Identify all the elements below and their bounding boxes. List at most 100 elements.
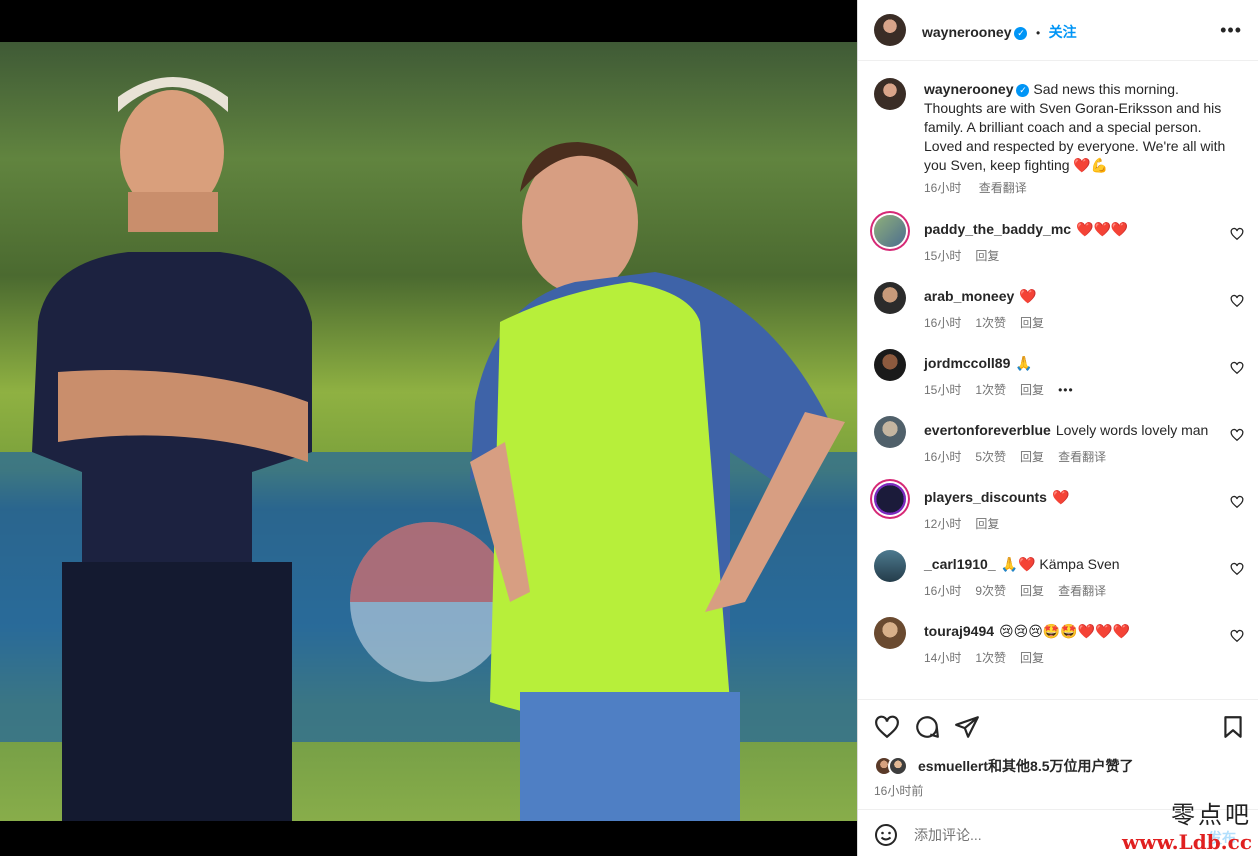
commenter-avatar[interactable] [874, 215, 906, 247]
comment-like-heart-icon[interactable] [1230, 562, 1244, 576]
comment-input[interactable] [914, 827, 1114, 843]
comment-text: ❤️ [1019, 288, 1037, 304]
comments-list: waynerooney ✓ Sad news this morning. Thou… [858, 62, 1258, 699]
comment-meta: 15小时 1次赞 回复 ••• [924, 381, 1088, 398]
comment-row: jordmccoll89 🙏 15小时 1次赞 回复 ••• [872, 349, 1252, 409]
comment-line: touraj9494 😢😢😢🤩🤩❤️❤️❤️ [924, 623, 1130, 640]
liker-avatar [888, 756, 908, 776]
comment-row: _carl1910_ 🙏❤️ Kämpa Sven 16小时 9次赞 回复 查看翻译 [872, 550, 1252, 610]
comment-bubble-icon[interactable] [914, 714, 940, 740]
comment-likes[interactable]: 9次赞 [975, 584, 1006, 598]
comment-like-heart-icon[interactable] [1230, 629, 1244, 643]
watermark: 零点吧 www.Ldb.cc [1122, 795, 1252, 854]
watermark-chinese: 零点吧 [1171, 801, 1252, 829]
comment-time: 16小时 [924, 584, 962, 598]
verified-badge-icon: ✓ [1016, 84, 1030, 97]
author-username[interactable]: waynerooney [922, 24, 1011, 40]
comment-line: arab_moneey ❤️ [924, 288, 1037, 305]
comment-like-heart-icon[interactable] [1230, 294, 1244, 308]
comment-likes[interactable]: 1次赞 [975, 383, 1006, 397]
caption-meta: 16小时 查看翻译 [924, 179, 1234, 198]
post-time: 16小时前 [874, 784, 924, 798]
author-avatar[interactable] [874, 14, 906, 46]
comment-line: players_discounts ❤️ [924, 489, 1069, 506]
comment-row: players_discounts ❤️ 12小时 回复 [872, 483, 1252, 543]
comment-likes[interactable]: 1次赞 [975, 316, 1006, 330]
follow-separator: • [1035, 26, 1041, 40]
translate-button[interactable]: 查看翻译 [1058, 450, 1106, 464]
reply-button[interactable]: 回复 [975, 517, 999, 531]
caption-text: waynerooney ✓ Sad news this morning. Thou… [924, 80, 1234, 198]
post-actions: esmuellert和其他8.5万位用户赞了 16小时前 [858, 699, 1258, 809]
reply-button[interactable]: 回复 [1020, 450, 1044, 464]
comment-line: jordmccoll89 🙏 [924, 355, 1033, 372]
comment-text: 🙏❤️ Kämpa Sven [1000, 556, 1120, 572]
comment-row: paddy_the_baddy_mc ❤️❤️❤️ 15小时 回复 [872, 215, 1252, 275]
comment-like-heart-icon[interactable] [1230, 227, 1244, 241]
caption-avatar[interactable] [874, 78, 906, 110]
share-send-icon[interactable] [954, 714, 980, 740]
comment-time: 16小时 [924, 450, 962, 464]
comment-row: arab_moneey ❤️ 16小时 1次赞 回复 [872, 282, 1252, 342]
comment-meta: 15小时 回复 [924, 247, 1013, 264]
comment-text: 🙏 [1015, 355, 1033, 371]
comment-text: ❤️❤️❤️ [1076, 221, 1129, 237]
comment-line: evertonforeverblue Lovely words lovely ma… [924, 422, 1208, 438]
post-side-panel: waynerooney ✓ • 关注 ••• waynerooney ✓ Sad n… [857, 0, 1258, 856]
comment-meta: 12小时 回复 [924, 515, 1013, 532]
like-heart-icon[interactable] [874, 714, 900, 740]
comment-meta: 14小时 1次赞 回复 [924, 649, 1058, 666]
comment-like-heart-icon[interactable] [1230, 495, 1244, 509]
comment-time: 14小时 [924, 651, 962, 665]
more-options-icon[interactable]: ••• [1220, 21, 1242, 39]
commenter-avatar[interactable] [874, 416, 906, 448]
comment-row: evertonforeverblue Lovely words lovely ma… [872, 416, 1252, 476]
post-photo [0, 42, 857, 821]
commenter-avatar[interactable] [874, 483, 906, 515]
commenter-username[interactable]: evertonforeverblue [924, 422, 1051, 438]
emoji-smile-icon[interactable] [874, 823, 898, 847]
reply-button[interactable]: 回复 [1020, 651, 1044, 665]
comment-meta: 16小时 9次赞 回复 查看翻译 [924, 582, 1120, 599]
comment-line: paddy_the_baddy_mc ❤️❤️❤️ [924, 221, 1128, 238]
comment-text: Lovely words lovely man [1055, 422, 1209, 438]
caption-time: 16小时 [924, 181, 962, 195]
commenter-username[interactable]: touraj9494 [924, 623, 994, 639]
photo-illustration [0, 77, 857, 821]
commenter-username[interactable]: paddy_the_baddy_mc [924, 221, 1071, 237]
caption-username[interactable]: waynerooney [924, 81, 1013, 97]
caption-translate-button[interactable]: 查看翻译 [979, 181, 1027, 195]
save-bookmark-icon[interactable] [1220, 714, 1246, 740]
reply-button[interactable]: 回复 [1020, 383, 1044, 397]
commenter-username[interactable]: players_discounts [924, 489, 1047, 505]
reply-button[interactable]: 回复 [975, 249, 999, 263]
commenter-avatar[interactable] [874, 550, 906, 582]
comment-meta: 16小时 1次赞 回复 [924, 314, 1058, 331]
comment-time: 15小时 [924, 249, 962, 263]
comment-likes[interactable]: 5次赞 [975, 450, 1006, 464]
comment-row: touraj9494 😢😢😢🤩🤩❤️❤️❤️ 14小时 1次赞 回复 [872, 617, 1252, 677]
follow-button[interactable]: 关注 [1049, 24, 1077, 40]
comment-time: 16小时 [924, 316, 962, 330]
watermark-url: www.Ldb.cc [1122, 830, 1252, 854]
commenter-username[interactable]: arab_moneey [924, 288, 1014, 304]
comment-like-heart-icon[interactable] [1230, 428, 1244, 442]
comment-time: 15小时 [924, 383, 962, 397]
commenter-username[interactable]: _carl1910_ [924, 556, 996, 572]
likes-count[interactable]: esmuellert和其他8.5万位用户赞了 [918, 756, 1134, 776]
reply-button[interactable]: 回复 [1020, 584, 1044, 598]
comment-likes[interactable]: 1次赞 [975, 651, 1006, 665]
commenter-avatar[interactable] [874, 617, 906, 649]
commenter-avatar[interactable] [874, 282, 906, 314]
comment-text: 😢😢😢🤩🤩❤️❤️❤️ [999, 623, 1130, 639]
comment-like-heart-icon[interactable] [1230, 361, 1244, 375]
commenter-avatar[interactable] [874, 349, 906, 381]
post-media [0, 0, 857, 856]
comment-more-icon[interactable]: ••• [1058, 383, 1074, 397]
reply-button[interactable]: 回复 [1020, 316, 1044, 330]
translate-button[interactable]: 查看翻译 [1058, 584, 1106, 598]
post-header: waynerooney ✓ • 关注 ••• [858, 0, 1258, 61]
comment-meta: 16小时 5次赞 回复 查看翻译 [924, 448, 1120, 465]
verified-badge-icon: ✓ [1014, 27, 1028, 40]
commenter-username[interactable]: jordmccoll89 [924, 355, 1010, 371]
